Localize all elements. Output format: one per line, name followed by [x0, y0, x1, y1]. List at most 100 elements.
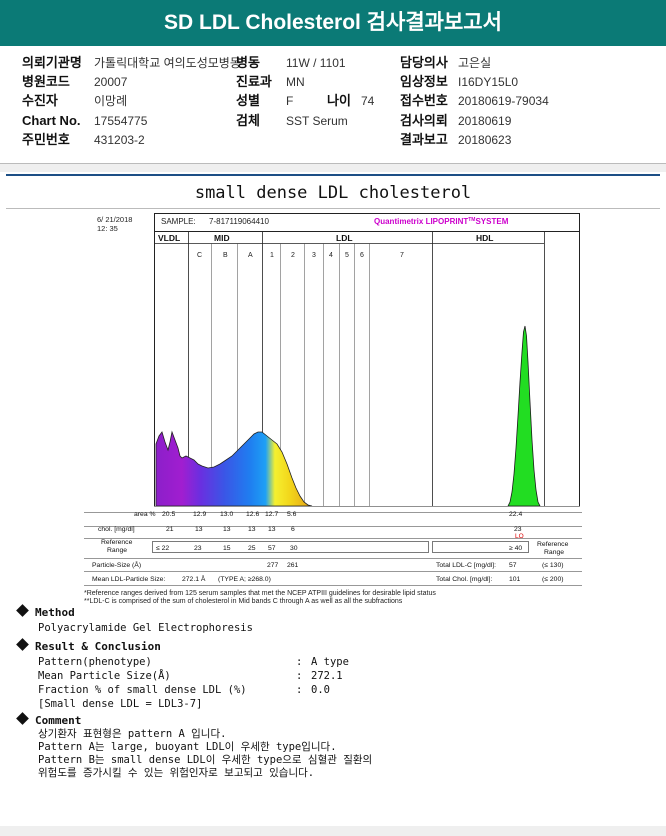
row-area-label: area %: [134, 511, 156, 518]
value-sex: F: [286, 94, 294, 108]
total-ldl-value: 57: [509, 562, 517, 569]
total-ldl-label: Total LDL-C [mg/dl]:: [436, 562, 496, 569]
label-accession-no: 접수번호: [400, 93, 448, 108]
result-row-pattern-value: A type: [311, 656, 349, 668]
value-hospital-code: 20007: [94, 75, 128, 89]
chol-ldl-2: 6: [291, 526, 295, 533]
label-requesting-institution: 의뢰기관명: [22, 55, 82, 70]
bullet-diamond-icon: [16, 712, 29, 725]
footnote-ldlc: **LDL-C is comprised of the sum of chole…: [84, 598, 403, 605]
method-section-header: Method: [16, 604, 75, 619]
label-age: 나이: [327, 93, 351, 108]
result-row-size-value: 272.1: [311, 670, 343, 682]
scan-date: 6/ 21/2018: [97, 215, 132, 224]
chol-ldl-1: 13: [268, 526, 276, 533]
comment-line-2: Pattern A는 large, buoyant LDL이 우세한 type입…: [38, 741, 337, 753]
report-title-bar: SD LDL Cholesterol 검사결과보고서: [0, 0, 666, 46]
total-chol-value: 101: [509, 576, 521, 583]
section-divider-line: [6, 174, 660, 176]
particle-size-1: 277: [267, 562, 279, 569]
label-hospital-code: 병원코드: [22, 74, 70, 89]
result-row-pattern-colon: :: [296, 656, 303, 668]
ref-vldl: ≤ 22: [156, 545, 169, 552]
result-section-header: Result & Conclusion: [16, 638, 161, 653]
value-ward: 11W / 1101: [286, 56, 346, 70]
value-patient-name: 이망례: [94, 94, 128, 108]
band-ldl-4: 4: [329, 252, 333, 259]
area-ldl-1: 12.7: [265, 511, 278, 518]
value-report-date: 20180623: [458, 133, 512, 147]
scan-footnotes: *Reference ranges derived from 125 serum…: [84, 590, 582, 606]
area-ldl-2: 5.6: [287, 511, 297, 518]
comment-line-3: Pattern B는 small dense LDL이 우세한 type으로 심…: [38, 754, 373, 766]
report-title: SD LDL Cholesterol 검사결과보고서: [164, 11, 502, 34]
value-age: 74: [361, 94, 375, 108]
label-clinical-info: 임상정보: [400, 74, 448, 89]
band-ldl-label: LDL: [336, 233, 353, 243]
ref-right-line1: Reference: [537, 541, 569, 548]
chol-mid-c: 13: [195, 526, 203, 533]
ref-right-line2: Range: [544, 549, 564, 556]
page-bottom-band: [0, 826, 666, 836]
total-chol-label: Total Chol. [mg/dl]:: [436, 576, 492, 583]
area-mid-b: 13.0: [220, 511, 233, 518]
comment-title: Comment: [35, 714, 82, 727]
comment-section-header: Comment: [16, 712, 82, 727]
label-physician: 담당의사: [400, 55, 448, 70]
footnote-reference: *Reference ranges derived from 125 serum…: [84, 590, 436, 597]
value-accession-no: 20180619-79034: [458, 94, 549, 108]
mean-ldl-size-type: (TYPE A; ≥268.0): [218, 576, 271, 583]
method-title: Method: [35, 606, 75, 619]
mean-ldl-size-label: Mean LDL-Particle Size:: [92, 576, 165, 583]
label-report-date: 결과보고: [400, 132, 448, 147]
particle-size-2: 261: [287, 562, 299, 569]
total-chol-ref: (≤ 200): [542, 576, 564, 583]
particle-size-label: Particle-Size (Å): [92, 560, 141, 569]
value-department: MN: [286, 75, 305, 89]
section-separator: [0, 164, 666, 172]
band-hdl-label: HDL: [476, 233, 493, 243]
band-ldl-2: 2: [291, 252, 295, 259]
chol-vldl: 21: [166, 526, 174, 533]
band-ldl-6: 6: [360, 252, 364, 259]
label-patient-name: 수진자: [22, 93, 58, 108]
value-specimen: SST Serum: [286, 114, 348, 128]
ref-mid-c: 23: [194, 545, 202, 552]
total-ldl-ref: (≤ 130): [542, 562, 564, 569]
band-ldl-5: 5: [345, 252, 349, 259]
chol-hdl-lo-flag: LO: [515, 533, 524, 540]
comment-line-4: 위험도를 증가시킬 수 있는 위험인자로 보고되고 있습니다.: [38, 767, 315, 779]
chol-mid-b: 13: [223, 526, 231, 533]
area-hdl: 22.4: [509, 511, 522, 518]
ref-mid-b: 15: [223, 545, 231, 552]
label-request-date: 검사의뢰: [400, 113, 448, 128]
value-chart-no: 17554775: [94, 114, 148, 128]
band-mid-b: B: [223, 252, 228, 259]
result-row-fraction-colon: :: [296, 684, 303, 696]
result-row-pattern-label: Pattern(phenotype): [38, 656, 152, 668]
ref-ldl-2: 30: [290, 545, 298, 552]
label-specimen: 검체: [236, 113, 260, 128]
label-resident-no: 주민번호: [22, 132, 70, 147]
band-ldl-7: 7: [400, 252, 404, 259]
scan-sample-label: SAMPLE:: [161, 217, 196, 226]
area-mid-a: 12.6: [246, 511, 259, 518]
ref-label-line1: Reference: [101, 539, 133, 546]
area-mid-c: 12.9: [193, 511, 206, 518]
lipoprint-scan: 6/ 21/2018 12: 35 SAMPLE: 7-817119064410…: [84, 212, 582, 590]
chol-hdl: 23: [514, 526, 522, 533]
band-ldl-3: 3: [312, 252, 316, 259]
ref-ldl-1: 57: [268, 545, 276, 552]
result-row-fraction-label: Fraction % of small dense LDL (%): [38, 684, 247, 696]
ref-mid-a: 25: [248, 545, 256, 552]
mean-ldl-size-value: 272.1 Å: [182, 574, 206, 583]
result-row-fraction-value: 0.0: [311, 684, 330, 696]
band-mid-label: MID: [214, 233, 230, 243]
ref-hdl: ≥ 40: [509, 545, 522, 552]
result-title: Result & Conclusion: [35, 640, 161, 653]
band-ldl-1: 1: [270, 252, 274, 259]
bullet-diamond-icon: [16, 604, 29, 617]
value-physician: 고은실: [458, 56, 492, 70]
result-row-size-colon: :: [296, 670, 303, 682]
value-resident-no: 431203-2: [94, 133, 145, 147]
